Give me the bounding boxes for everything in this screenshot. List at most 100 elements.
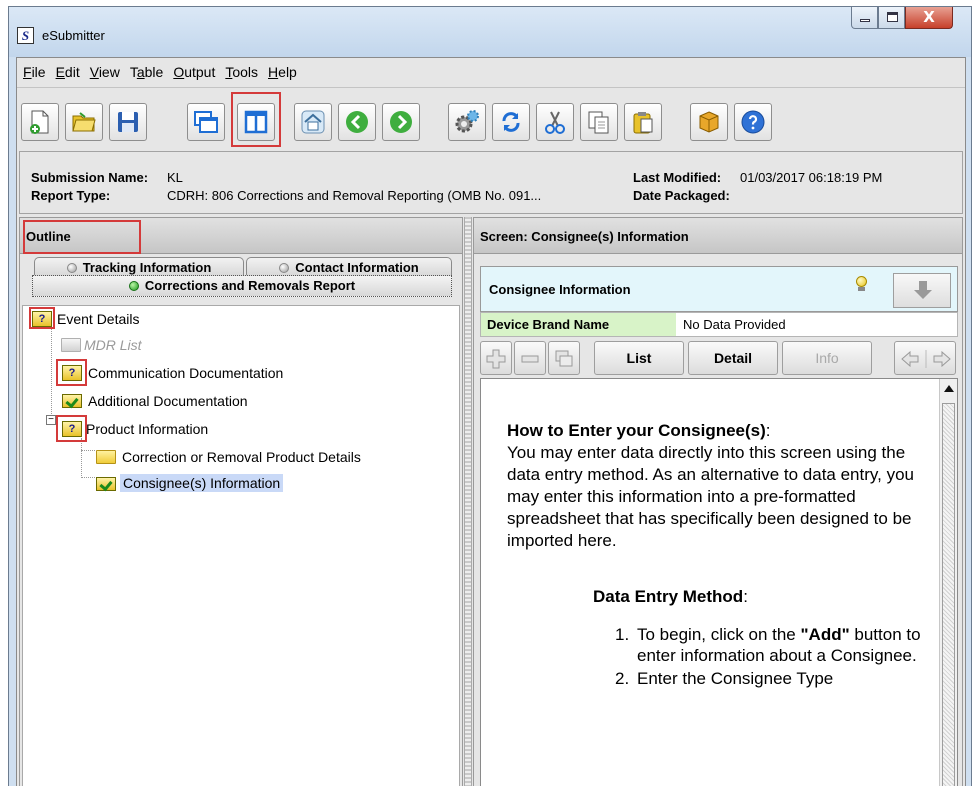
remove-record-button[interactable] — [514, 341, 546, 375]
back-arrow-icon — [346, 111, 368, 133]
menu-view[interactable]: View — [90, 64, 120, 80]
scroll-thumb[interactable] — [942, 403, 955, 786]
consignee-info-header: Consignee Information — [480, 266, 958, 312]
minimize-button[interactable] — [851, 7, 878, 29]
save-button[interactable] — [109, 103, 147, 141]
record-nav-row: List Detail Info — [480, 340, 958, 376]
complete-check-icon — [96, 477, 116, 491]
status-dot-green-icon — [128, 281, 139, 291]
last-modified-label: Last Modified: — [633, 170, 722, 185]
device-brand-name-row: Device Brand Name No Data Provided — [480, 312, 958, 337]
detail-button[interactable]: Detail — [688, 341, 778, 375]
submission-info-bar: Submission Name: KL Report Type: CDRH: 8… — [19, 151, 963, 214]
status-dot-icon — [66, 263, 77, 273]
copy-record-button[interactable] — [548, 341, 580, 375]
toolbar — [17, 87, 965, 150]
paste-icon — [633, 112, 653, 134]
app-body: File Edit View Table Output Tools Help S… — [16, 57, 966, 786]
tree-connector — [81, 438, 82, 478]
tab-corrections-and-removals-report[interactable]: Corrections and Removals Report — [32, 275, 452, 297]
section-title: Consignee Information — [489, 282, 631, 297]
date-packaged-label: Date Packaged: — [633, 188, 730, 203]
app-window: S eSubmitter X File Edit View Table Outp… — [8, 6, 972, 786]
tab-tracking-information[interactable]: Tracking Information — [34, 257, 244, 277]
copy-button[interactable] — [580, 103, 618, 141]
open-folder-button[interactable] — [65, 103, 103, 141]
gears-icon — [455, 110, 479, 133]
help-step: 2. Enter the Consignee Type — [615, 669, 834, 688]
outline-tree: ? Event Details MDR List ? Communication… — [22, 305, 460, 786]
outline-highlight-box — [23, 220, 141, 254]
submission-name-label: Submission Name: — [31, 170, 149, 185]
app-icon: S — [17, 27, 34, 44]
window-title: eSubmitter — [42, 28, 105, 43]
close-button[interactable]: X — [905, 7, 953, 29]
list-button[interactable]: List — [594, 341, 684, 375]
help-content: How to Enter your Consignee(s): You may … — [480, 378, 958, 786]
save-icon — [118, 112, 138, 132]
new-document-icon — [30, 110, 49, 134]
package-button[interactable] — [690, 103, 728, 141]
scissors-icon — [545, 111, 565, 134]
lightbulb-base — [858, 287, 865, 291]
forward-button[interactable] — [382, 103, 420, 141]
add-icon — [486, 349, 506, 369]
windows-button[interactable] — [187, 103, 225, 141]
folder-icon — [96, 450, 116, 464]
folder-disabled-icon — [61, 338, 81, 352]
home-icon — [301, 110, 325, 134]
outline-panel: Outline Tracking Information Contact Inf… — [19, 217, 463, 786]
title-bar[interactable]: S eSubmitter X — [9, 7, 971, 57]
report-type-label: Report Type: — [31, 188, 111, 203]
status-dot-icon — [279, 263, 290, 273]
close-icon: X — [923, 8, 935, 26]
menu-help[interactable]: Help — [268, 64, 297, 80]
lightbulb-icon — [856, 276, 867, 287]
complete-check-icon — [62, 394, 82, 408]
package-icon — [699, 111, 719, 133]
help-steps: 1. To begin, click on the "Add" button to… — [615, 624, 935, 691]
menu-edit[interactable]: Edit — [56, 64, 80, 80]
paste-button[interactable] — [624, 103, 662, 141]
menu-output[interactable]: Output — [173, 64, 215, 80]
collapse-product-information-button[interactable]: − — [46, 415, 56, 425]
settings-button[interactable] — [448, 103, 486, 141]
cascade-windows-icon — [194, 111, 218, 133]
menu-tools[interactable]: Tools — [225, 64, 258, 80]
refresh-icon — [502, 112, 520, 132]
menu-file[interactable]: File — [23, 64, 46, 80]
refresh-button[interactable] — [492, 103, 530, 141]
open-folder-icon — [72, 112, 96, 132]
report-type-value: CDRH: 806 Corrections and Removal Report… — [167, 188, 542, 203]
device-brand-name-label: Device Brand Name — [481, 313, 676, 336]
help-icon — [741, 110, 765, 134]
home-button[interactable] — [294, 103, 332, 141]
cut-button[interactable] — [536, 103, 574, 141]
info-button[interactable]: Info — [782, 341, 872, 375]
prev-next-arrows-icon — [901, 350, 951, 368]
scroll-up-icon[interactable] — [944, 385, 954, 392]
help-heading: How to Enter your Consignee(s): — [507, 421, 771, 440]
tree-connector — [81, 477, 95, 478]
event-details-highlight-box — [29, 307, 55, 329]
menu-bar: File Edit View Table Output Tools Help — [17, 58, 965, 86]
help-button[interactable] — [734, 103, 772, 141]
back-button[interactable] — [338, 103, 376, 141]
toolbar-highlight-box — [231, 92, 281, 147]
prev-next-buttons[interactable] — [894, 341, 956, 375]
panel-splitter[interactable] — [464, 217, 472, 786]
submission-name-value: KL — [167, 170, 183, 185]
duplicate-icon — [555, 350, 573, 367]
help-scrollbar[interactable] — [939, 379, 957, 786]
menu-table[interactable]: Table — [130, 64, 163, 80]
help-step: 1. To begin, click on the "Add" button to… — [615, 625, 921, 665]
new-document-button[interactable] — [21, 103, 59, 141]
tab-contact-information[interactable]: Contact Information — [246, 257, 452, 277]
copy-icon — [588, 111, 609, 134]
forward-arrow-icon — [390, 111, 412, 133]
down-arrow-icon — [914, 281, 932, 299]
minimize-icon — [860, 19, 870, 22]
download-button[interactable] — [893, 273, 951, 308]
maximize-button[interactable] — [878, 7, 905, 29]
add-record-button[interactable] — [480, 341, 512, 375]
